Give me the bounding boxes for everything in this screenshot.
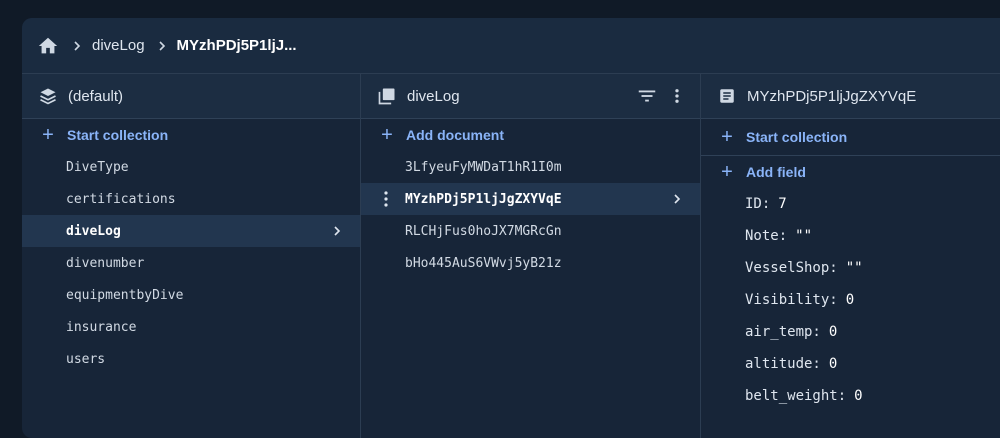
field-key: Visibility:	[745, 292, 838, 308]
collection-item-label: certifications	[66, 191, 176, 207]
filter-icon[interactable]	[636, 85, 658, 107]
collection-item-label: equipmentbyDive	[66, 287, 184, 303]
document-item-selected[interactable]: MYzhPDj5P1ljJgZXYVqE	[361, 183, 700, 215]
home-icon[interactable]	[36, 34, 60, 58]
document-item[interactable]: 3LfyeuFyMWDaT1hR1I0m	[361, 151, 700, 183]
start-collection-button[interactable]: + Start collection	[22, 119, 360, 151]
collection-column-header: diveLog	[361, 74, 700, 119]
document-item-label: bHo445AuS6VWvj5yB21z	[405, 255, 562, 271]
collection-item-label: insurance	[66, 319, 137, 335]
more-vert-icon[interactable]	[668, 85, 686, 107]
field-key: VesselShop:	[745, 260, 838, 276]
firestore-panel: diveLog MYzhPDj5P1ljJ... (default) + Sta…	[22, 18, 1000, 438]
collection-item[interactable]: certifications	[22, 183, 360, 215]
document-item[interactable]: bHo445AuS6VWvj5yB21z	[361, 247, 700, 279]
collection-item-selected[interactable]: diveLog	[22, 215, 360, 247]
field-key: altitude:	[745, 356, 821, 372]
document-icon	[717, 86, 737, 106]
field-key: belt_weight:	[745, 388, 847, 404]
field-value: ""	[845, 260, 863, 276]
field-value: 0	[854, 388, 863, 404]
field-value: ""	[795, 228, 813, 244]
field-value: 0	[828, 324, 838, 340]
root-column-title: (default)	[68, 87, 124, 105]
document-field[interactable]: air_temp: 0	[701, 316, 1000, 348]
collection-item[interactable]: users	[22, 343, 360, 375]
document-column: MYzhPDj5P1ljJgZXYVqE + Start collection …	[701, 74, 1000, 438]
field-key: air_temp:	[745, 324, 821, 340]
start-subcollection-label: Start collection	[746, 129, 848, 145]
field-key: Note:	[745, 228, 788, 244]
collection-column-title: diveLog	[407, 87, 460, 105]
document-item-label: 3LfyeuFyMWDaT1hR1I0m	[405, 159, 562, 175]
chevron-right-icon	[68, 37, 86, 55]
collection-item[interactable]: DiveType	[22, 151, 360, 183]
start-collection-label: Start collection	[67, 127, 169, 143]
chevron-right-icon	[328, 222, 346, 240]
breadcrumb-item-collection[interactable]: diveLog	[92, 37, 145, 54]
field-value: 0	[845, 292, 855, 308]
breadcrumb-item-document[interactable]: MYzhPDj5P1ljJ...	[177, 37, 297, 54]
add-document-button[interactable]: + Add document	[361, 119, 700, 151]
collection-item[interactable]: insurance	[22, 311, 360, 343]
root-column: (default) + Start collection DiveType ce…	[22, 74, 361, 438]
add-document-label: Add document	[406, 127, 504, 143]
document-field[interactable]: Note: ""	[701, 220, 1000, 252]
collection-item-label: diveLog	[66, 223, 121, 239]
document-column-header: MYzhPDj5P1ljJgZXYVqE	[701, 74, 1000, 119]
collection-item-label: users	[66, 351, 106, 367]
more-vert-icon[interactable]	[381, 190, 391, 208]
document-field[interactable]: Visibility: 0	[701, 284, 1000, 316]
collection-column: diveLog + Add document 3LfyeuFyMWDaT1hR1…	[361, 74, 701, 438]
document-item[interactable]: RLCHjFus0hoJX7MGRcGn	[361, 215, 700, 247]
document-field[interactable]: belt_weight: 0	[701, 380, 1000, 412]
collection-item-label: divenumber	[66, 255, 145, 271]
chevron-right-icon	[153, 37, 171, 55]
collection-icon	[377, 86, 397, 106]
add-field-label: Add field	[746, 164, 806, 180]
document-field[interactable]: altitude: 0	[701, 348, 1000, 380]
field-key: ID:	[745, 196, 771, 212]
database-stack-icon	[38, 86, 58, 106]
document-item-label: RLCHjFus0hoJX7MGRcGn	[405, 223, 562, 239]
root-column-header: (default)	[22, 74, 360, 119]
chevron-right-icon	[668, 190, 686, 208]
document-column-title: MYzhPDj5P1ljJgZXYVqE	[747, 87, 917, 105]
field-value: 7	[778, 196, 787, 212]
add-icon: +	[381, 124, 393, 146]
collection-item-label: DiveType	[66, 159, 129, 175]
document-item-label: MYzhPDj5P1ljJgZXYVqE	[405, 191, 562, 207]
add-field-button[interactable]: + Add field	[701, 156, 1000, 188]
document-field[interactable]: VesselShop: ""	[701, 252, 1000, 284]
start-subcollection-button[interactable]: + Start collection	[701, 119, 1000, 156]
add-icon: +	[42, 124, 54, 146]
add-icon: +	[721, 126, 733, 148]
breadcrumb: diveLog MYzhPDj5P1ljJ...	[22, 18, 1000, 74]
collection-item[interactable]: equipmentbyDive	[22, 279, 360, 311]
collection-item[interactable]: divenumber	[22, 247, 360, 279]
add-icon: +	[721, 161, 733, 183]
field-value: 0	[828, 356, 838, 372]
document-field[interactable]: ID: 7	[701, 188, 1000, 220]
